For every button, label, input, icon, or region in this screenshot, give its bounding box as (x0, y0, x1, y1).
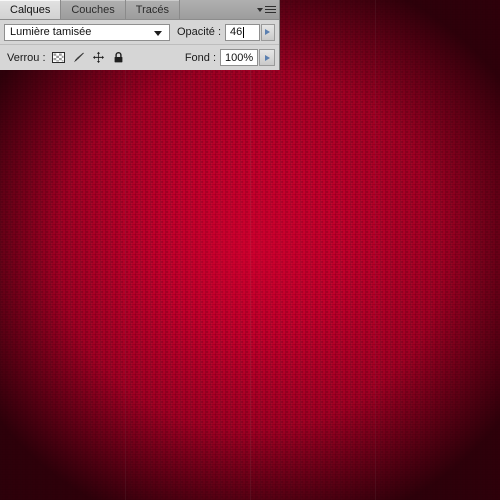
lock-transparency-icon[interactable] (51, 51, 65, 64)
tab-traces-label: Tracés (135, 3, 169, 16)
lock-all-padlock-icon[interactable] (112, 51, 125, 64)
opacity-value: 46 (230, 26, 243, 38)
blend-mode-select[interactable]: Lumière tamisée (4, 23, 170, 41)
lock-icon-group (51, 51, 125, 64)
text-caret (243, 26, 245, 38)
opacity-label: Opacité : (177, 26, 222, 38)
fill-group: Fond : 100% (178, 49, 275, 66)
tab-calques-label: Calques (10, 3, 51, 16)
hamburger-icon (264, 5, 276, 14)
lock-position-move-icon[interactable] (92, 51, 105, 64)
fill-label: Fond : (184, 51, 216, 64)
tab-calques[interactable]: Calques (0, 0, 62, 19)
background-seam-center (250, 0, 251, 500)
chevron-down-icon (154, 30, 162, 36)
lock-label: Verrou : (7, 51, 46, 64)
fill-value: 100% (225, 51, 254, 64)
blend-opacity-row: Lumière tamisée Opacité : 46 (0, 20, 279, 45)
triangle-right-icon (264, 54, 270, 61)
panel-tab-strip: Calques Couches Tracés (0, 0, 279, 20)
lock-image-brush-icon[interactable] (72, 51, 85, 64)
chevron-down-icon (256, 7, 263, 12)
panel-menu-icon[interactable] (253, 0, 279, 19)
lock-fill-row: Verrou : Fond: 100% (0, 45, 279, 70)
application-canvas: Calques Couches Tracés Lumière tamisée O… (0, 0, 500, 500)
tab-couches-label: Couches (71, 3, 115, 16)
tab-strip-filler (180, 0, 253, 19)
tab-couches[interactable]: Couches (61, 0, 126, 19)
fill-stepper-button[interactable] (259, 49, 275, 66)
triangle-right-icon (265, 29, 271, 35)
background-seam-right (375, 0, 376, 500)
layers-panel[interactable]: Calques Couches Tracés Lumière tamisée O… (0, 0, 280, 70)
background-seam-left (125, 0, 126, 500)
fill-input[interactable]: 100% (220, 49, 258, 66)
opacity-input[interactable]: 46 (225, 23, 260, 41)
tab-traces[interactable]: Tracés (125, 0, 180, 19)
opacity-stepper-button[interactable] (260, 23, 275, 41)
blend-mode-value: Lumière tamisée (10, 26, 92, 38)
